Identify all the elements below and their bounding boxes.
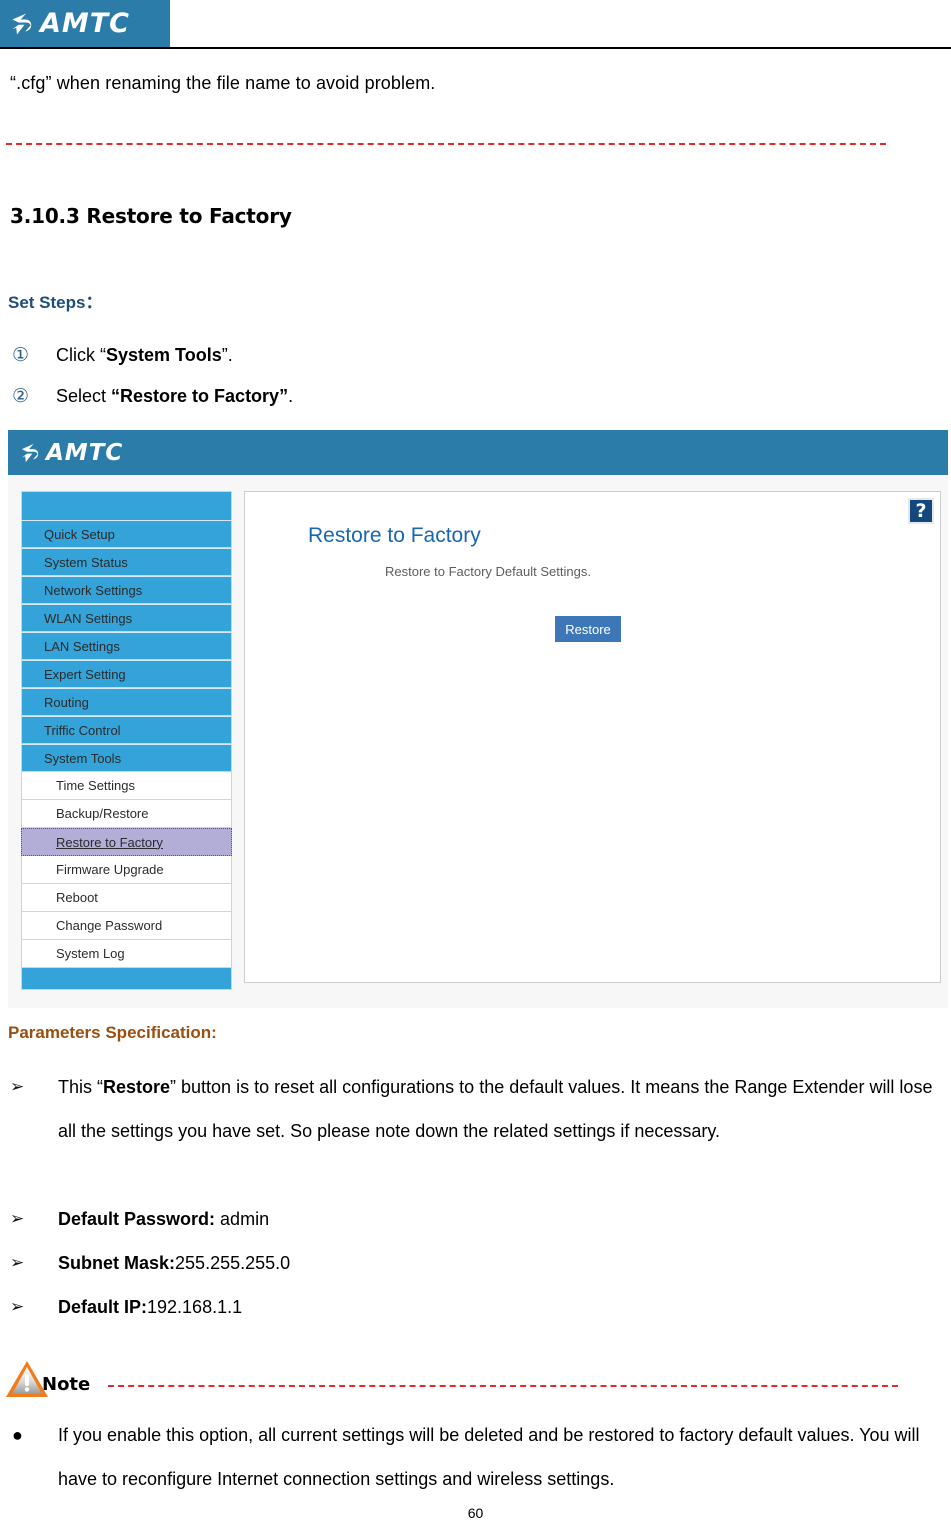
help-icon[interactable]: ? [908,498,934,524]
sidebar-item-wlan-settings[interactable]: WLAN Settings [21,604,232,632]
step-text-bold-2: “Restore to Factory” [111,386,289,406]
sidebar-item-label: Expert Setting [44,666,126,682]
intro-paragraph: “.cfg” when renaming the file name to av… [10,73,436,93]
page-number: 60 [467,1505,484,1521]
note-dashed-divider [108,1385,898,1387]
panel-title: Restore to Factory [308,524,481,547]
sidebar-item-label: Quick Setup [44,526,115,542]
sidebar-item-firmware-upgrade[interactable]: Firmware Upgrade [21,856,232,884]
sidebar-item-traffic-control[interactable]: Triffic Control [21,716,232,744]
step-marker-1: ① [12,345,30,366]
sidebar-item-system-status[interactable]: System Status [21,548,232,576]
sidebar-item-change-password[interactable]: Change Password [21,912,232,940]
sidebar-item-time-settings[interactable]: Time Settings [21,772,232,800]
sidebar-item-label: Reboot [56,890,98,905]
step-item-1: ① Click “System Tools”. [12,342,233,369]
content-panel: ? Restore to Factory Restore to Factory … [244,491,941,983]
step-marker-2: ② [12,386,30,407]
sidebar-item-system-tools[interactable]: System Tools [21,744,232,772]
sidebar-item-label: Backup/Restore [56,806,149,821]
sidebar-item-network-settings[interactable]: Network Settings [21,576,232,604]
sidebar-item-label: Firmware Upgrade [56,862,164,877]
sidebar-item-label: Time Settings [56,778,135,793]
parameters-specification-heading: Parameters Specification: [8,1023,217,1042]
sidebar-item-expert-setting[interactable]: Expert Setting [21,660,232,688]
param-rest: 255.255.255.0 [175,1253,291,1273]
note-bullet-item: ● If you enable this option, all current… [10,1413,945,1501]
amtc-logo: AMTC [0,0,170,47]
parameter-item-default-password: ➢ Default Password: admin [10,1197,945,1241]
parameter-text: Subnet Mask:255.255.255.0 [58,1241,945,1285]
parameter-text: This “Restore” button is to reset all co… [58,1065,945,1153]
parameter-text: Default Password: admin [58,1197,945,1241]
embedded-router-ui-screenshot: AMTC Quick Setup System Status Network S… [8,430,948,1008]
param-rest: 192.168.1.1 [147,1297,243,1317]
arrow-bullet-icon: ➢ [10,1253,25,1272]
sidebar-item-label: Routing [44,694,89,710]
sidebar-item-label: System Status [44,554,128,570]
sidebar-bottom-strip [21,968,232,990]
sidebar-item-label: Restore to Factory [56,834,163,850]
panel-description: Restore to Factory Default Settings. [385,564,591,579]
embedded-brand-text: AMTC [46,439,124,466]
header-rule [0,47,951,49]
param-lead: This “ [58,1077,103,1097]
note-text: If you enable this option, all current s… [58,1425,920,1489]
sidebar-item-backup-restore[interactable]: Backup/Restore [21,800,232,828]
sidebar-item-label: Change Password [56,918,163,933]
param-bold: Subnet Mask: [58,1253,176,1273]
sidebar-item-lan-settings[interactable]: LAN Settings [21,632,232,660]
sidebar-item-system-log[interactable]: System Log [21,940,232,968]
top-dashed-divider [6,143,886,145]
arrow-bullet-icon: ➢ [10,1297,25,1316]
sidebar-item-label: Triffic Control [44,722,121,738]
brand-text: AMTC [40,8,130,39]
page-title: 3.10.3 Restore to Factory [10,204,292,228]
param-bold: Restore [103,1077,171,1097]
sidebar-item-quick-setup[interactable]: Quick Setup [21,520,232,548]
sidebar-item-label: WLAN Settings [44,610,133,626]
sidebar-item-label: System Log [56,946,125,961]
amtc-swoosh-logo-icon [12,13,32,34]
set-steps-label: Set Steps： [8,293,103,312]
parameter-item-restore: ➢ This “Restore” button is to reset all … [10,1065,945,1153]
amtc-swoosh-logo-icon [21,443,39,462]
parameter-item-default-ip: ➢ Default IP:192.168.1.1 [10,1285,945,1329]
param-rest: admin [215,1209,270,1229]
embedded-right-edge [944,475,948,1008]
step-item-2: ② Select “Restore to Factory”. [12,383,293,410]
step-text-prefix-1: Click “ [56,345,106,365]
sidebar-item-label: System Tools [44,750,122,766]
param-rest: ” button is to reset all configurations … [58,1077,933,1141]
arrow-bullet-icon: ➢ [10,1209,25,1228]
sidebar-item-label: Network Settings [44,582,143,598]
restore-button[interactable]: Restore [555,616,621,642]
step-text-prefix-2: Select [56,386,112,406]
param-bold: Default Password: [58,1209,216,1229]
embedded-body: Quick Setup System Status Network Settin… [8,475,948,1008]
step-text-bold-1: System Tools [106,345,222,365]
sidebar-item-restore-to-factory[interactable]: Restore to Factory [21,828,232,856]
sidebar-item-reboot[interactable]: Reboot [21,884,232,912]
note-label: Note [42,1374,91,1395]
note-block: Note [4,1358,949,1402]
sidebar-top-strip [21,491,232,520]
dot-bullet-icon: ● [12,1425,23,1445]
param-bold: Default IP: [58,1297,148,1317]
step-text-suffix-2: . [288,386,294,406]
parameter-item-subnet-mask: ➢ Subnet Mask:255.255.255.0 [10,1241,945,1285]
page-header: AMTC [0,0,951,49]
sidebar-item-routing[interactable]: Routing [21,688,232,716]
embedded-header-bar: AMTC [8,430,948,475]
parameter-text: Default IP:192.168.1.1 [58,1285,945,1329]
arrow-bullet-icon: ➢ [10,1077,25,1096]
step-text-suffix-1: ”. [221,345,233,365]
sidebar-item-label: LAN Settings [44,638,120,654]
sidebar-nav: Quick Setup System Status Network Settin… [21,491,232,990]
